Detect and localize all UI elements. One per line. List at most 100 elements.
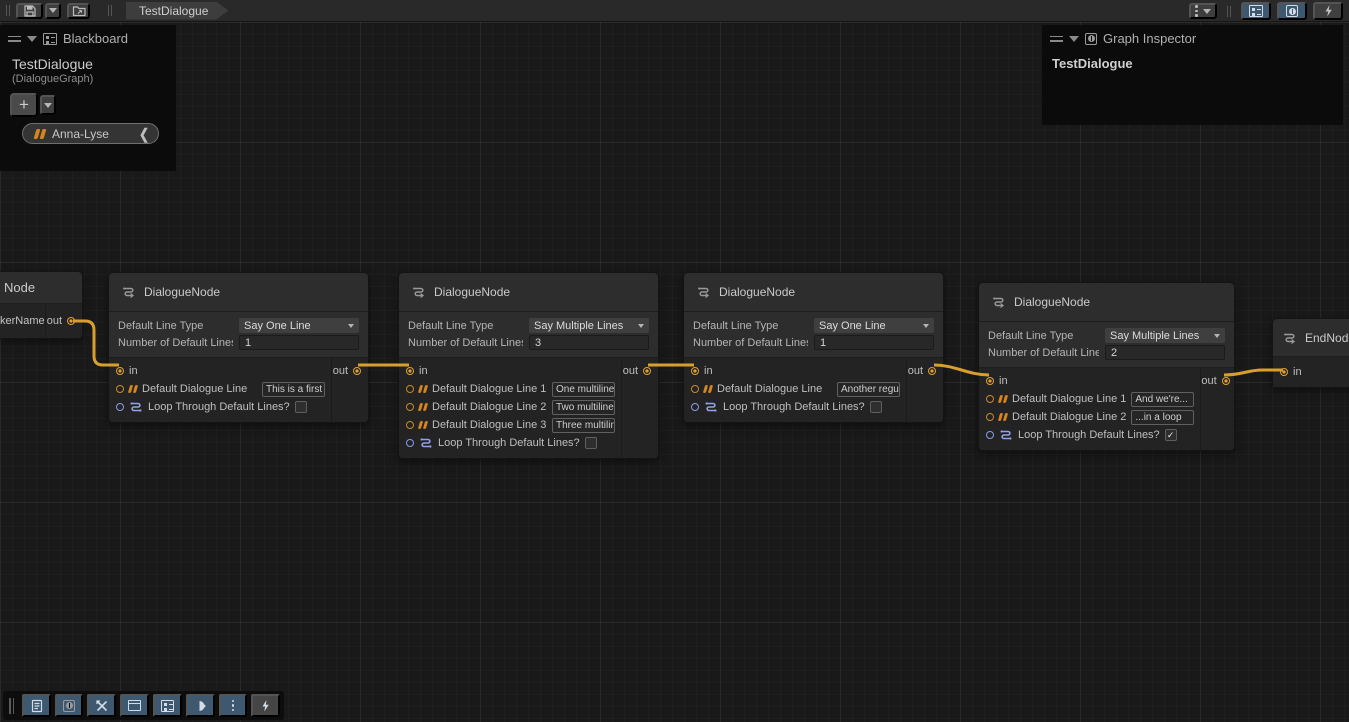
node-header[interactable]: DialogueNode [684,273,943,311]
out-port[interactable] [1222,377,1230,385]
dialogue-node-2[interactable]: DialogueNode Default Line Type Say Multi… [398,272,659,459]
dialogue-line-field[interactable]: Two multiline [552,400,615,415]
dialogue-line-port[interactable] [691,385,699,393]
out-port-label: out [47,315,62,327]
node-title: DialogueNode [434,285,510,299]
blackboard-variable-anna-lyse[interactable]: Anna-Lyse ❮ [22,123,159,144]
toolbar-drag-handle[interactable] [9,698,14,714]
number-of-lines-field[interactable]: 1 [239,335,359,350]
dialogue-line-field[interactable]: And we're... [1131,392,1194,407]
dialogue-node-3[interactable]: DialogueNode Default Line Type Say One L… [683,272,944,423]
kebab-icon [1195,5,1198,17]
node-header[interactable]: DialogueNode [399,273,658,311]
out-port[interactable] [67,317,75,325]
chevron-down-icon [44,103,52,108]
dialogue-line-field[interactable]: This is a first [262,382,325,397]
dialogue-line-field[interactable]: Three multilin [552,418,615,433]
add-variable-dropdown[interactable] [40,95,56,115]
toggle-blackboard-button[interactable] [153,694,182,717]
toggle-preview-button[interactable] [186,694,215,717]
chevron-down-icon[interactable] [27,36,37,42]
breadcrumb-label: TestDialogue [139,4,208,18]
dialogue-node-4[interactable]: DialogueNode Default Line Type Say Multi… [978,282,1235,451]
quote-icon [999,413,1007,421]
port-label: Default Dialogue Line 3 [432,419,546,431]
dialogue-line-port[interactable] [406,403,414,411]
dialogue-line-port[interactable] [116,385,124,393]
line-type-dropdown[interactable]: Say Multiple Lines [1105,328,1225,343]
number-of-lines-field[interactable]: 3 [529,335,649,350]
dialogue-line-field[interactable]: Another regu [837,382,900,397]
blackboard-header[interactable]: Blackboard [0,25,176,52]
node-header[interactable]: EndNode [1273,319,1349,356]
quote-icon [419,403,427,411]
dialogue-node-1[interactable]: DialogueNode Default Line Type Say One L… [108,272,369,423]
more-options-button[interactable] [219,694,247,717]
toggle-blackboard-button[interactable] [1241,2,1271,20]
line-type-dropdown[interactable]: Say One Line [239,318,359,333]
save-button[interactable] [16,3,43,19]
loop-port[interactable] [406,439,414,447]
toggle-inspector-button[interactable] [55,694,83,717]
more-options-button[interactable] [1189,3,1217,19]
loop-port[interactable] [986,431,994,439]
graph-inspector-header[interactable]: Graph Inspector [1042,25,1343,52]
prop-label: Number of Default Lines [118,337,233,349]
toggle-live-preview-button[interactable] [1313,2,1343,20]
loop-port[interactable] [691,403,699,411]
toggle-live-button[interactable] [251,694,280,717]
toggle-tools-button[interactable] [87,694,116,717]
dialogue-line-field[interactable]: One multiline [552,382,615,397]
loop-checkbox[interactable]: ✓ [1165,429,1177,441]
blackboard-icon [43,33,57,45]
end-node[interactable]: EndNode in [1272,318,1349,388]
speaker-node-partial[interactable]: Node kerName out [0,271,83,339]
in-port[interactable] [1280,368,1288,376]
node-header[interactable]: DialogueNode [979,283,1234,321]
dialogue-line-field[interactable]: ...in a loop [1131,410,1194,425]
open-asset-button[interactable] [67,3,90,19]
node-header[interactable]: DialogueNode [109,273,368,311]
breadcrumb-tab-testdialogue[interactable]: TestDialogue [126,2,228,20]
node-title: DialogueNode [719,285,795,299]
out-port[interactable] [928,367,936,375]
number-of-lines-field[interactable]: 2 [1105,345,1225,360]
node-header[interactable]: Node [0,272,82,303]
chevron-down-icon[interactable] [1069,36,1079,42]
port-label: Loop Through Default Lines? [148,401,290,413]
out-port[interactable] [643,367,651,375]
chevron-left-icon[interactable]: ❮ [139,125,149,142]
half-disc-icon [194,699,208,713]
save-options-dropdown[interactable] [45,3,61,19]
out-port-label: out [333,365,348,377]
variable-label: Anna-Lyse [52,127,109,141]
node-title: EndNode [1305,331,1349,345]
quote-icon [419,385,427,393]
dialogue-line-port[interactable] [986,395,994,403]
node-icon [696,285,711,299]
toolbar-drag-handle[interactable] [6,5,10,16]
line-type-dropdown[interactable]: Say One Line [814,318,934,333]
dialogue-line-port[interactable] [406,385,414,393]
loop-checkbox[interactable] [870,401,882,413]
dialogue-line-port[interactable] [986,413,994,421]
line-type-dropdown[interactable]: Say Multiple Lines [529,318,649,333]
in-port[interactable] [116,367,124,375]
toggle-graph-inspector-button[interactable] [1277,2,1307,20]
in-port[interactable] [691,367,699,375]
loop-checkbox[interactable] [295,401,307,413]
toggle-window-button[interactable] [120,694,149,717]
add-variable-button[interactable]: + [10,93,38,117]
toggle-console-button[interactable] [22,694,51,717]
dialogue-line-port[interactable] [406,421,414,429]
out-port[interactable] [353,367,361,375]
port-label: kerName [0,315,45,327]
loop-icon [704,400,718,414]
window-icon [128,700,141,711]
loop-icon [129,400,143,414]
in-port[interactable] [986,377,994,385]
number-of-lines-field[interactable]: 1 [814,335,934,350]
in-port[interactable] [406,367,414,375]
loop-checkbox[interactable] [585,437,597,449]
loop-port[interactable] [116,403,124,411]
